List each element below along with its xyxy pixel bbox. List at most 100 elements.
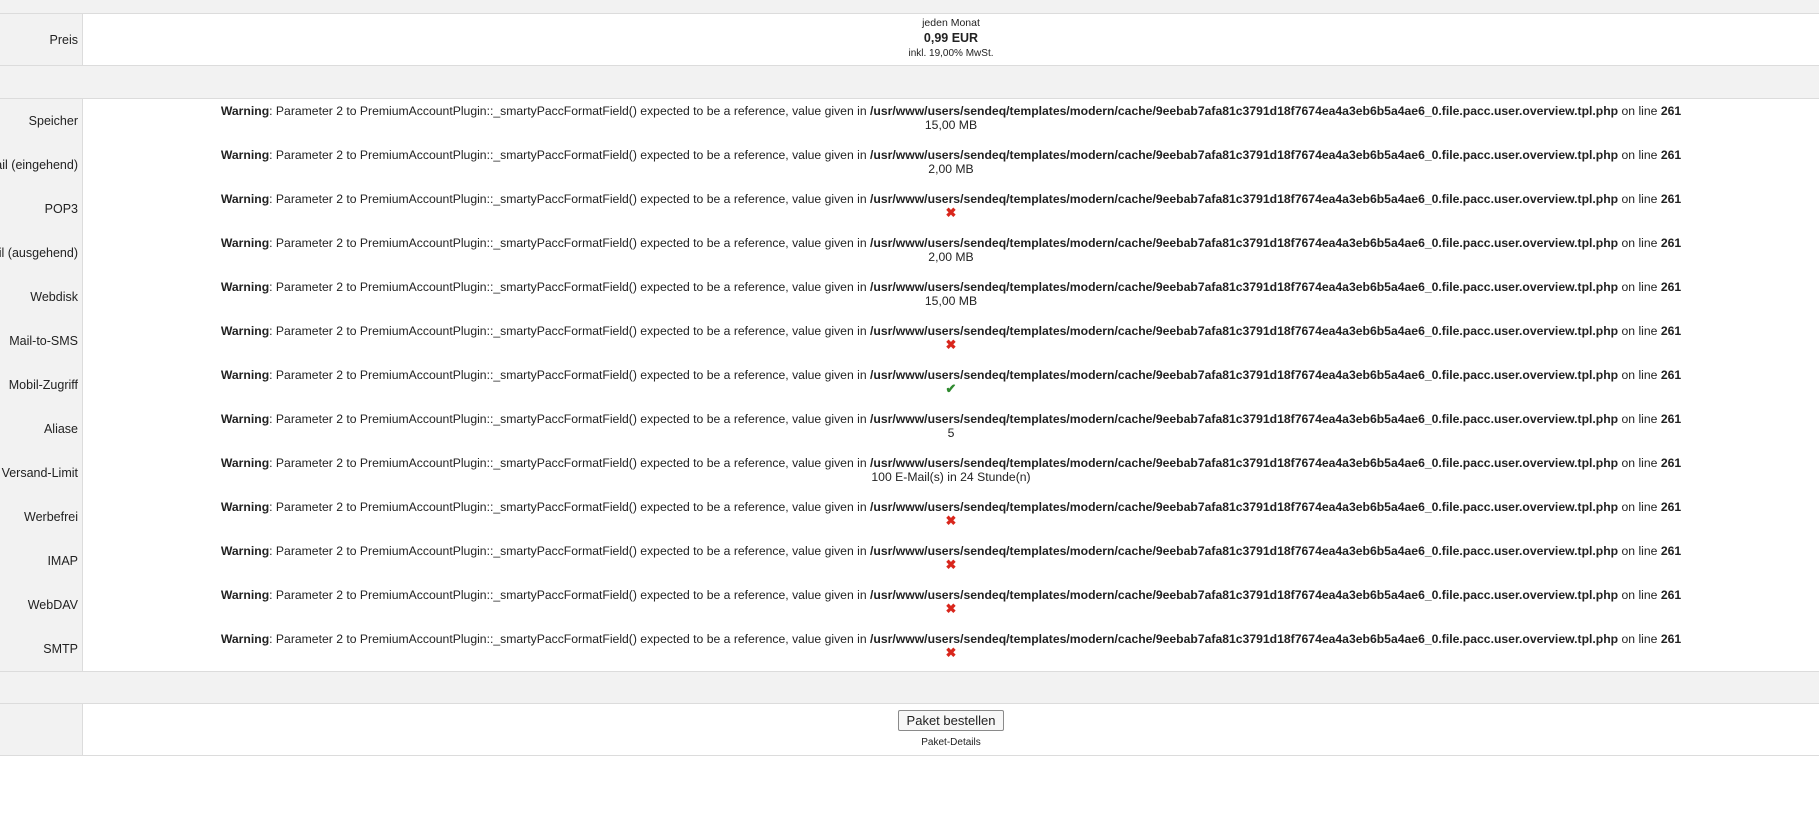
warning-prefix: Warning bbox=[220, 632, 270, 646]
feature-row: Werbefrei Warning: Parameter 2 to Premium… bbox=[0, 495, 1819, 539]
warning-line-text: on line bbox=[1618, 588, 1661, 602]
warning-line-text: on line bbox=[1618, 544, 1661, 558]
order-package-button[interactable]: Paket bestellen bbox=[897, 710, 1005, 731]
php-warning-message: Warning: Parameter 2 to PremiumAccountPl… bbox=[83, 456, 1819, 470]
top-strip bbox=[0, 0, 1819, 14]
cross-icon: ✖ bbox=[945, 513, 957, 528]
order-value-cell: Paket bestellen Paket-Details bbox=[83, 704, 1819, 755]
feature-value-cell: Warning: Parameter 2 to PremiumAccountPl… bbox=[83, 187, 1819, 231]
warning-path: /usr/www/users/sendeq/templates/modern/c… bbox=[870, 148, 1619, 162]
warning-path: /usr/www/users/sendeq/templates/modern/c… bbox=[870, 412, 1619, 426]
warning-prefix: Warning bbox=[220, 280, 270, 294]
price-label-cell: Preis bbox=[0, 14, 83, 65]
warning-message: : Parameter 2 to PremiumAccountPlugin::_… bbox=[269, 236, 870, 250]
warning-line-number: 261 bbox=[1660, 632, 1682, 646]
feature-value-cell: Warning: Parameter 2 to PremiumAccountPl… bbox=[83, 451, 1819, 495]
feature-value-cell: Warning: Parameter 2 to PremiumAccountPl… bbox=[83, 495, 1819, 539]
feature-value-cell: Warning: Parameter 2 to PremiumAccountPl… bbox=[83, 99, 1819, 143]
php-warning-message: Warning: Parameter 2 to PremiumAccountPl… bbox=[83, 544, 1819, 558]
warning-message: : Parameter 2 to PremiumAccountPlugin::_… bbox=[269, 632, 870, 646]
warning-line-number: 261 bbox=[1660, 280, 1682, 294]
feature-row: WebDAV Warning: Parameter 2 to PremiumAcc… bbox=[0, 583, 1819, 627]
warning-prefix: Warning bbox=[220, 588, 270, 602]
price-label: Preis bbox=[49, 32, 78, 47]
feature-row: Versand-Limit Warning: Parameter 2 to Pre… bbox=[0, 451, 1819, 495]
feature-label: Webdisk bbox=[30, 290, 78, 304]
section-spacer bbox=[0, 66, 1819, 99]
php-warning-message: Warning: Parameter 2 to PremiumAccountPl… bbox=[83, 368, 1819, 382]
php-warning-message: Warning: Parameter 2 to PremiumAccountPl… bbox=[83, 148, 1819, 162]
cross-icon: ✖ bbox=[945, 205, 957, 220]
order-row: Paket bestellen Paket-Details bbox=[0, 704, 1819, 756]
php-warning-message: Warning: Parameter 2 to PremiumAccountPl… bbox=[83, 192, 1819, 206]
warning-path: /usr/www/users/sendeq/templates/modern/c… bbox=[870, 280, 1619, 294]
feature-value: 2,00 MB bbox=[928, 250, 974, 264]
feature-row: Mail-to-SMS Warning: Parameter 2 to Premi… bbox=[0, 319, 1819, 363]
warning-line-number: 261 bbox=[1660, 500, 1682, 514]
price-amount: 0,99 EUR bbox=[923, 31, 979, 45]
feature-row: Mobil-Zugriff Warning: Parameter 2 to Pre… bbox=[0, 363, 1819, 407]
warning-line-number: 261 bbox=[1660, 192, 1682, 206]
php-warning-message: Warning: Parameter 2 to PremiumAccountPl… bbox=[83, 632, 1819, 646]
warning-line-number: 261 bbox=[1660, 148, 1682, 162]
feature-value-cell: Warning: Parameter 2 to PremiumAccountPl… bbox=[83, 319, 1819, 363]
feature-label: Mail-to-SMS bbox=[9, 334, 78, 348]
feature-label: IMAP bbox=[47, 554, 78, 568]
feature-label: Aliase bbox=[43, 422, 78, 436]
warning-message: : Parameter 2 to PremiumAccountPlugin::_… bbox=[269, 280, 870, 294]
feature-label-cell: IMAP bbox=[0, 539, 83, 583]
feature-label-cell: POP3 bbox=[0, 187, 83, 231]
section-spacer bbox=[0, 672, 1819, 704]
feature-row: ail (ausgehend) Warning: Parameter 2 to P… bbox=[0, 231, 1819, 275]
order-label-cell bbox=[0, 704, 83, 755]
warning-message: : Parameter 2 to PremiumAccountPlugin::_… bbox=[269, 544, 870, 558]
warning-line-number: 261 bbox=[1660, 368, 1682, 382]
cross-icon: ✖ bbox=[945, 337, 957, 352]
feature-row: Speicher Warning: Parameter 2 to PremiumA… bbox=[0, 99, 1819, 143]
php-warning-message: Warning: Parameter 2 to PremiumAccountPl… bbox=[83, 588, 1819, 602]
feature-label-cell: Werbefrei bbox=[0, 495, 83, 539]
warning-prefix: Warning bbox=[220, 500, 270, 514]
warning-line-text: on line bbox=[1618, 412, 1661, 426]
feature-label: POP3 bbox=[44, 202, 78, 216]
feature-label: WebDAV bbox=[27, 598, 78, 612]
php-warning-message: Warning: Parameter 2 to PremiumAccountPl… bbox=[83, 280, 1819, 294]
feature-value-cell: Warning: Parameter 2 to PremiumAccountPl… bbox=[83, 627, 1819, 671]
feature-row: POP3 Warning: Parameter 2 to PremiumAccou… bbox=[0, 187, 1819, 231]
feature-label-cell: Mobil-Zugriff bbox=[0, 363, 83, 407]
warning-line-text: on line bbox=[1618, 236, 1661, 250]
warning-line-text: on line bbox=[1618, 368, 1661, 382]
feature-label-cell: Aliase bbox=[0, 407, 83, 451]
warning-message: : Parameter 2 to PremiumAccountPlugin::_… bbox=[269, 456, 870, 470]
package-details-link[interactable]: Paket-Details bbox=[83, 737, 1819, 748]
package-overview: Preis jeden Monat 0,99 EUR inkl. 19,00% … bbox=[0, 0, 1819, 816]
warning-prefix: Warning bbox=[220, 412, 270, 426]
feature-label: ail (eingehend) bbox=[0, 158, 78, 172]
feature-value-cell: Warning: Parameter 2 to PremiumAccountPl… bbox=[83, 407, 1819, 451]
feature-label: Versand-Limit bbox=[1, 466, 78, 480]
warning-line-number: 261 bbox=[1660, 324, 1682, 338]
warning-line-text: on line bbox=[1618, 280, 1661, 294]
feature-label-cell: Versand-Limit bbox=[0, 451, 83, 495]
warning-path: /usr/www/users/sendeq/templates/modern/c… bbox=[870, 500, 1619, 514]
feature-row: Webdisk Warning: Parameter 2 to PremiumAc… bbox=[0, 275, 1819, 319]
php-warning-message: Warning: Parameter 2 to PremiumAccountPl… bbox=[83, 412, 1819, 426]
warning-line-number: 261 bbox=[1660, 412, 1682, 426]
warning-path: /usr/www/users/sendeq/templates/modern/c… bbox=[870, 324, 1619, 338]
feature-value: 100 E-Mail(s) in 24 Stunde(n) bbox=[871, 470, 1031, 484]
feature-value-cell: Warning: Parameter 2 to PremiumAccountPl… bbox=[83, 275, 1819, 319]
feature-value: 15,00 MB bbox=[924, 118, 978, 132]
feature-label: Speicher bbox=[28, 114, 78, 128]
warning-prefix: Warning bbox=[220, 544, 270, 558]
warning-prefix: Warning bbox=[220, 192, 270, 206]
feature-label-cell: ail (ausgehend) bbox=[0, 231, 83, 275]
warning-path: /usr/www/users/sendeq/templates/modern/c… bbox=[870, 632, 1619, 646]
warning-path: /usr/www/users/sendeq/templates/modern/c… bbox=[870, 544, 1619, 558]
feature-value-cell: Warning: Parameter 2 to PremiumAccountPl… bbox=[83, 363, 1819, 407]
feature-row: SMTP Warning: Parameter 2 to PremiumAccou… bbox=[0, 627, 1819, 671]
feature-value-cell: Warning: Parameter 2 to PremiumAccountPl… bbox=[83, 539, 1819, 583]
warning-path: /usr/www/users/sendeq/templates/modern/c… bbox=[870, 368, 1619, 382]
feature-row: IMAP Warning: Parameter 2 to PremiumAccou… bbox=[0, 539, 1819, 583]
feature-label-cell: ail (eingehend) bbox=[0, 143, 83, 187]
warning-message: : Parameter 2 to PremiumAccountPlugin::_… bbox=[269, 148, 870, 162]
